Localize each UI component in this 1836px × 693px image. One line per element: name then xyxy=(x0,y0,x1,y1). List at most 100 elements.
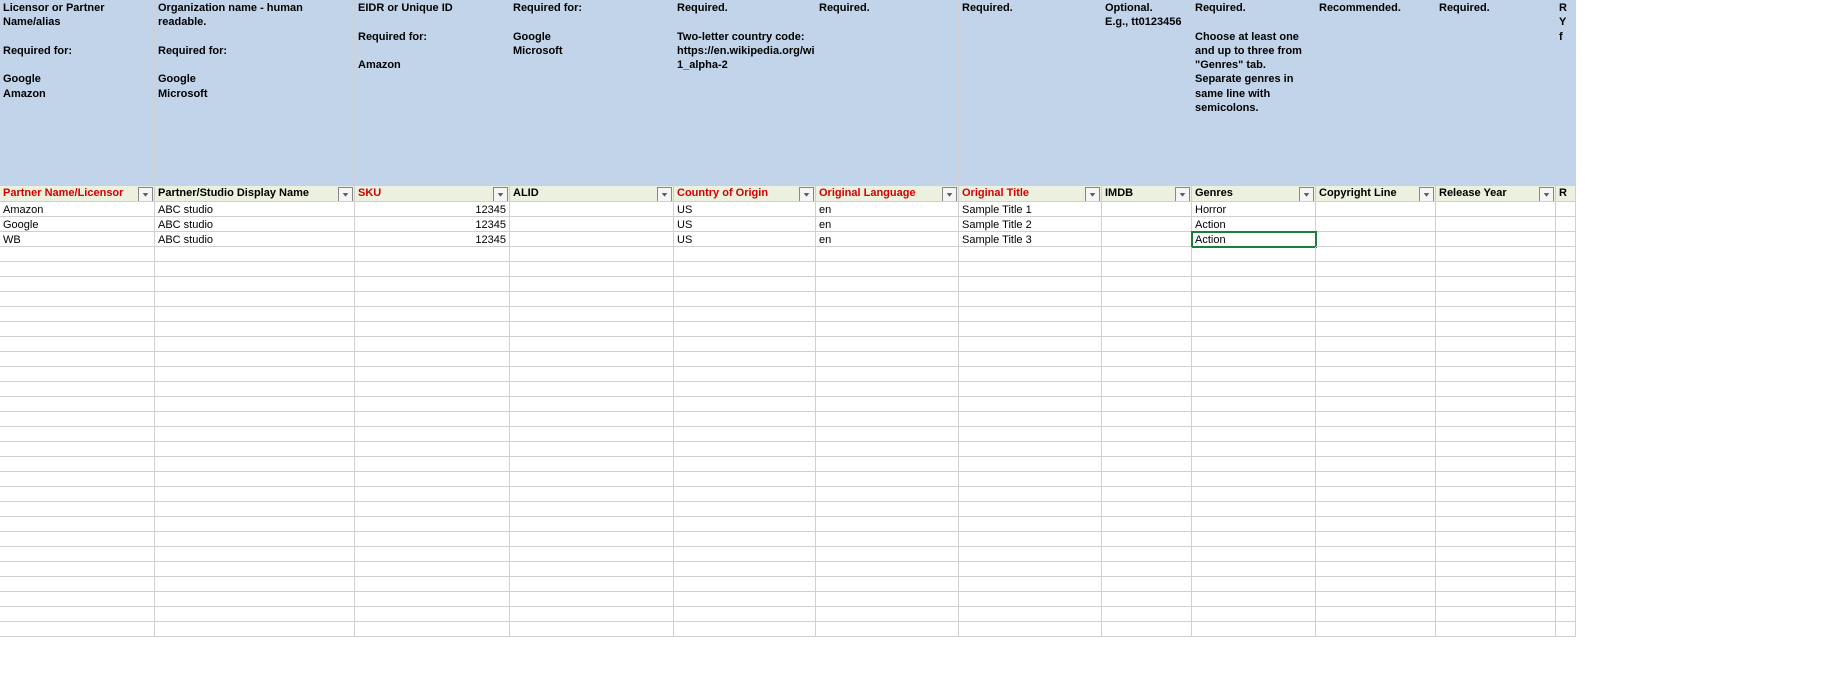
cell[interactable] xyxy=(959,502,1102,517)
cell[interactable]: Horror xyxy=(1192,202,1316,217)
cell[interactable] xyxy=(1192,382,1316,397)
cell[interactable] xyxy=(355,532,510,547)
cell[interactable] xyxy=(1316,337,1436,352)
cell[interactable] xyxy=(1556,457,1576,472)
cell[interactable] xyxy=(674,442,816,457)
cell[interactable] xyxy=(155,457,355,472)
cell[interactable] xyxy=(1556,487,1576,502)
cell[interactable] xyxy=(155,592,355,607)
cell[interactable] xyxy=(1316,232,1436,247)
cell[interactable] xyxy=(510,307,674,322)
cell[interactable] xyxy=(1102,292,1192,307)
cell[interactable]: US xyxy=(674,217,816,232)
cell[interactable] xyxy=(1316,412,1436,427)
cell[interactable] xyxy=(674,547,816,562)
cell[interactable] xyxy=(155,307,355,322)
cell[interactable] xyxy=(959,577,1102,592)
cell[interactable] xyxy=(1556,382,1576,397)
cell[interactable] xyxy=(510,577,674,592)
cell[interactable]: en xyxy=(816,232,959,247)
cell[interactable] xyxy=(674,307,816,322)
cell[interactable] xyxy=(674,397,816,412)
cell[interactable] xyxy=(1192,502,1316,517)
cell[interactable] xyxy=(674,322,816,337)
cell[interactable] xyxy=(355,337,510,352)
cell[interactable] xyxy=(0,547,155,562)
cell[interactable] xyxy=(155,487,355,502)
cell[interactable] xyxy=(674,352,816,367)
filter-dropdown-icon[interactable] xyxy=(942,187,957,202)
cell[interactable] xyxy=(355,442,510,457)
cell[interactable] xyxy=(816,292,959,307)
cell[interactable]: Sample Title 2 xyxy=(959,217,1102,232)
cell[interactable] xyxy=(674,532,816,547)
cell[interactable] xyxy=(510,517,674,532)
cell[interactable] xyxy=(1102,412,1192,427)
cell[interactable] xyxy=(1556,532,1576,547)
cell[interactable] xyxy=(1436,487,1556,502)
cell[interactable] xyxy=(816,517,959,532)
cell[interactable]: Sample Title 3 xyxy=(959,232,1102,247)
filter-dropdown-icon[interactable] xyxy=(138,187,153,202)
cell[interactable] xyxy=(959,367,1102,382)
cell[interactable] xyxy=(510,277,674,292)
cell[interactable] xyxy=(1192,367,1316,382)
cell[interactable] xyxy=(155,337,355,352)
cell[interactable] xyxy=(1556,592,1576,607)
cell[interactable] xyxy=(0,322,155,337)
cell[interactable] xyxy=(510,607,674,622)
cell[interactable] xyxy=(1316,592,1436,607)
cell[interactable] xyxy=(355,382,510,397)
cell[interactable] xyxy=(0,412,155,427)
cell[interactable] xyxy=(1102,427,1192,442)
cell[interactable] xyxy=(674,367,816,382)
cell[interactable] xyxy=(1316,292,1436,307)
cell[interactable] xyxy=(155,277,355,292)
cell[interactable] xyxy=(1556,232,1576,247)
cell[interactable] xyxy=(510,532,674,547)
col-header-11[interactable]: R xyxy=(1556,186,1576,202)
cell[interactable] xyxy=(155,577,355,592)
col-header-9[interactable]: Copyright Line xyxy=(1316,186,1436,202)
cell[interactable] xyxy=(1192,337,1316,352)
cell[interactable] xyxy=(674,517,816,532)
cell[interactable] xyxy=(1316,352,1436,367)
filter-dropdown-icon[interactable] xyxy=(1299,187,1314,202)
cell[interactable] xyxy=(510,457,674,472)
cell[interactable] xyxy=(1436,367,1556,382)
spreadsheet[interactable]: Licensor or Partner Name/alias Required … xyxy=(0,0,1836,637)
cell[interactable] xyxy=(510,367,674,382)
cell[interactable] xyxy=(510,562,674,577)
cell[interactable] xyxy=(959,562,1102,577)
cell[interactable] xyxy=(959,487,1102,502)
cell[interactable] xyxy=(1192,292,1316,307)
cell[interactable] xyxy=(1436,472,1556,487)
cell[interactable] xyxy=(1556,307,1576,322)
cell[interactable] xyxy=(1192,397,1316,412)
cell[interactable] xyxy=(1192,487,1316,502)
cell[interactable] xyxy=(155,247,355,262)
cell[interactable] xyxy=(155,292,355,307)
cell[interactable]: Action xyxy=(1192,217,1316,232)
cell[interactable] xyxy=(1102,337,1192,352)
cell[interactable]: ABC studio xyxy=(155,217,355,232)
cell[interactable] xyxy=(1436,502,1556,517)
col-header-5[interactable]: Original Language xyxy=(816,186,959,202)
cell[interactable] xyxy=(674,472,816,487)
cell[interactable] xyxy=(674,562,816,577)
cell[interactable] xyxy=(155,502,355,517)
cell[interactable] xyxy=(0,592,155,607)
cell[interactable] xyxy=(155,262,355,277)
cell[interactable] xyxy=(1316,202,1436,217)
cell[interactable] xyxy=(1556,352,1576,367)
cell[interactable] xyxy=(674,502,816,517)
cell[interactable] xyxy=(510,217,674,232)
cell[interactable] xyxy=(155,382,355,397)
cell[interactable] xyxy=(674,337,816,352)
cell[interactable] xyxy=(959,472,1102,487)
cell[interactable] xyxy=(0,382,155,397)
cell[interactable] xyxy=(510,622,674,637)
cell[interactable]: 12345 xyxy=(355,217,510,232)
col-header-6[interactable]: Original Title xyxy=(959,186,1102,202)
cell[interactable] xyxy=(959,382,1102,397)
